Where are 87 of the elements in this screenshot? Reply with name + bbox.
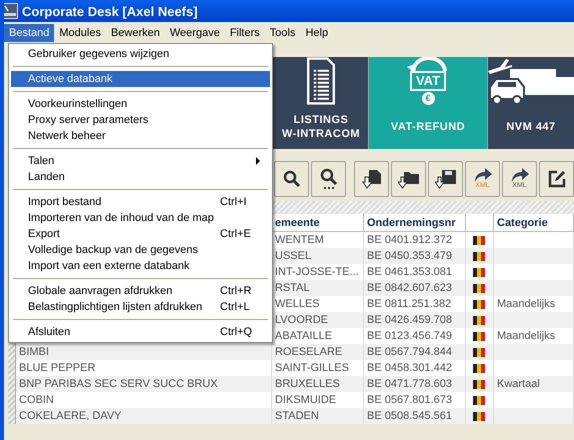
table-cell: BE 0811.251.382 xyxy=(367,298,452,310)
table-row[interactable]: BIMBI ROESELARE BE 0567.794.844 xyxy=(16,344,574,360)
table-cell: BNP PARIBAS SEC SERV SUCC BRUX xyxy=(19,378,218,390)
table-cell: ABATAILLE xyxy=(275,330,332,342)
table-row[interactable]: BNP PARIBAS SEC SERV SUCC BRUX BRUXELLES BE 0471.778.603 Kwartaal xyxy=(16,376,574,392)
app-icon xyxy=(4,3,18,19)
menu-item[interactable]: Proxy server parameters xyxy=(11,112,270,128)
table-cell: DIKSMUIDE xyxy=(275,394,336,406)
edit-icon xyxy=(546,169,566,189)
tile-label: VAT-REFUND xyxy=(390,120,466,135)
table-cell: BRUXELLES xyxy=(275,378,340,390)
table-row[interactable]: COKELAERE, DAVY STADEN BE 0508.545.561 xyxy=(16,408,574,424)
search-button[interactable] xyxy=(311,161,346,197)
search-button[interactable] xyxy=(274,161,309,197)
flag-icon xyxy=(473,364,485,372)
flag-icon xyxy=(473,252,485,260)
table-cell: LVOORDE xyxy=(275,314,328,326)
table-cell: STADEN xyxy=(275,410,319,422)
table-cell: BE 0450.353.479 xyxy=(367,250,452,262)
table-cell: BE 0567.794.844 xyxy=(367,346,452,358)
import-button[interactable] xyxy=(354,161,389,197)
menu-item[interactable]: Netwerk beheer xyxy=(11,128,270,144)
flag-icon xyxy=(473,316,485,324)
edit-button[interactable] xyxy=(539,161,574,197)
flag-icon xyxy=(473,284,485,292)
menu-bar-item[interactable]: Help xyxy=(300,24,334,42)
folder-download-icon xyxy=(398,169,420,189)
import-button[interactable] xyxy=(391,161,426,197)
table-cell: BE 0461.353.081 xyxy=(367,266,452,278)
tile-label: NVM 447 xyxy=(506,120,556,135)
vehicles-icon xyxy=(486,57,574,105)
flag-icon xyxy=(473,236,485,244)
flag-icon xyxy=(473,412,485,420)
table-cell: COBIN xyxy=(19,394,54,406)
menu-item[interactable]: Gebruiker gegevens wijzigen xyxy=(11,46,270,62)
menu-item[interactable]: Landen xyxy=(11,169,270,185)
menu-item[interactable]: Import bestand Ctrl+I xyxy=(11,194,270,210)
table-cell: SAINT-GILLES xyxy=(275,362,349,374)
import-button[interactable] xyxy=(428,161,463,197)
column-header[interactable]: Categorie xyxy=(494,214,574,231)
flag-icon xyxy=(473,380,485,388)
module-tile[interactable]: NVM 447 xyxy=(488,57,574,149)
flag-icon xyxy=(473,348,485,356)
menu-item[interactable]: Export Ctrl+E xyxy=(11,226,270,242)
table-cell: Kwartaal xyxy=(497,378,540,390)
menu-item[interactable]: Importeren van de inhoud van de map xyxy=(11,210,270,226)
table-cell: BE 0458.301.442 xyxy=(367,362,452,374)
window-title: Corporate Desk [Axel Neefs] xyxy=(22,4,198,18)
menu-bar-item[interactable]: Filters xyxy=(224,24,265,42)
table-cell: BE 0401.912.372 xyxy=(367,234,452,246)
menu-item[interactable]: Belastingplichtigen lijsten afdrukken Ctrl+L xyxy=(11,299,270,315)
table-cell: BIMBI xyxy=(19,346,49,358)
table-cell: RSTAL xyxy=(275,282,310,294)
menu-item[interactable]: Actieve databank xyxy=(11,71,270,87)
search-icon xyxy=(318,168,338,190)
table-cell: COKELAERE, DAVY xyxy=(19,410,122,422)
table-cell: BE 0471.778.603 xyxy=(367,378,452,390)
menu-bar-item[interactable]: Bewerken xyxy=(106,24,165,42)
flag-icon xyxy=(473,332,485,340)
menu-bar-item[interactable]: Bestand xyxy=(4,24,54,42)
table-cell: BE 0426.459.708 xyxy=(367,314,452,326)
file-download-icon xyxy=(362,169,382,189)
table-cell: BE 0508.545.561 xyxy=(367,410,452,422)
flag-icon xyxy=(473,396,485,404)
table-cell: WENTEM xyxy=(275,234,324,246)
table-cell: Maandelijks xyxy=(497,330,556,342)
table-cell: Maandelijks xyxy=(497,298,556,310)
table-cell: BLUE PEPPER xyxy=(19,362,96,374)
submenu-arrow-icon xyxy=(256,157,260,165)
table-cell: BE 0567.801.673 xyxy=(367,394,452,406)
table-cell: INT-JOSSE-TE... xyxy=(275,266,359,278)
column-header[interactable]: Ondernemingsnr xyxy=(364,214,466,231)
table-cell: USSEL xyxy=(275,250,312,262)
menu-item[interactable]: Voorkeurinstellingen xyxy=(11,96,270,112)
flag-icon xyxy=(473,268,485,276)
search-icon xyxy=(282,170,300,188)
table-cell: ROESELARE xyxy=(275,346,342,358)
table-cell: BE 0842.607.623 xyxy=(367,282,452,294)
table-cell: BE 0123.456.749 xyxy=(367,330,452,342)
menu-bar-item[interactable]: Tools xyxy=(264,24,300,42)
table-cell: WELLES xyxy=(275,298,320,310)
flag-icon xyxy=(473,300,485,308)
menu-bar-item[interactable]: Modules xyxy=(54,24,106,42)
disk-download-icon xyxy=(434,169,456,189)
menu-item[interactable]: Talen xyxy=(11,153,270,169)
menu-bar-item[interactable]: Weergave xyxy=(164,24,225,42)
tile-label: LISTINGS W-INTRACOM xyxy=(282,113,360,141)
